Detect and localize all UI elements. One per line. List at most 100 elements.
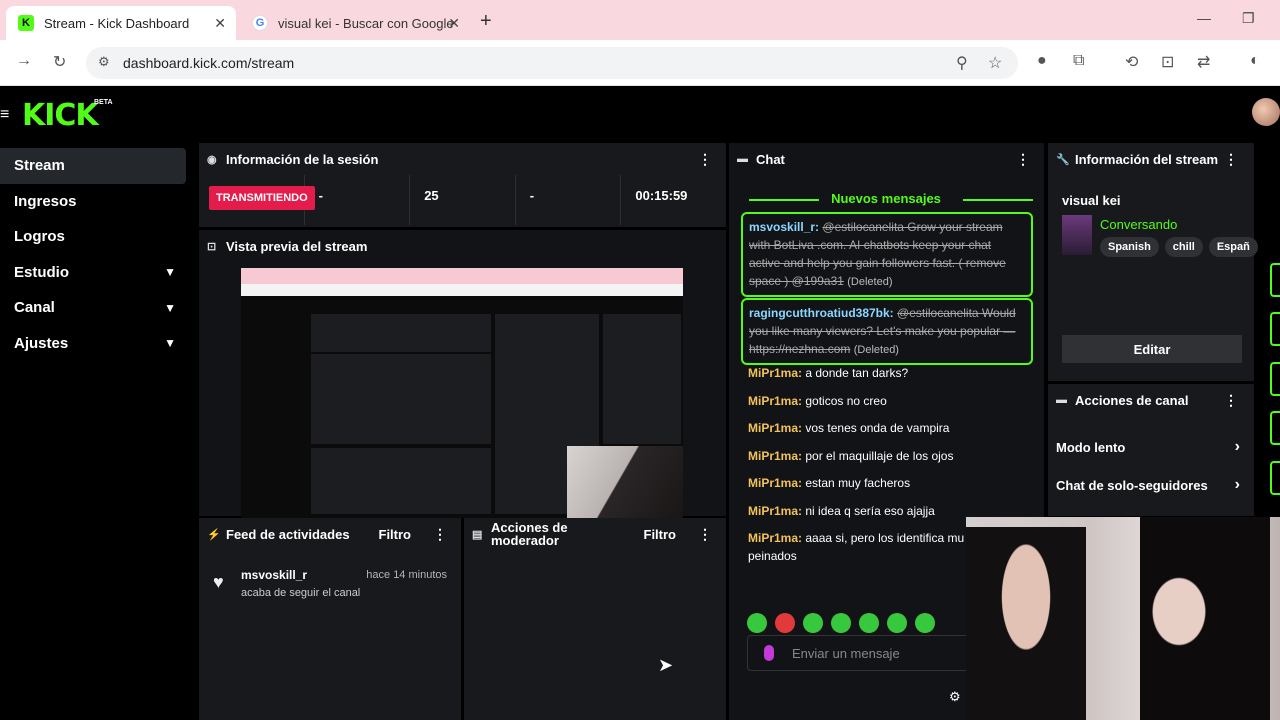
forward-icon[interactable]: → (16, 52, 32, 70)
session-info-panel: ◉ Información de la sesión ⋮ TRANSMITIEN… (199, 143, 726, 227)
chat-username[interactable]: ragingcutthroatiud387bk: (749, 306, 894, 320)
chat-message-deleted[interactable]: ragingcutthroatiud387bk: @estilocanelita… (741, 298, 1033, 365)
sidebar-item-logros[interactable]: Logros (0, 219, 186, 255)
edge-panel (1270, 461, 1280, 495)
chat-username[interactable]: msvoskill_r: (749, 220, 819, 234)
chat-message[interactable]: MiPr1ma: por el maquillaje de los ojos (748, 447, 1038, 465)
action-label: Modo lento (1056, 440, 1126, 455)
emote-icon[interactable] (915, 613, 935, 633)
minimize-icon[interactable]: — (1197, 10, 1211, 26)
feed-username[interactable]: msvoskill_r (241, 568, 307, 582)
translate-icon[interactable]: ⇄ (1197, 52, 1210, 72)
preview-sidebar (243, 318, 305, 518)
emote-icon[interactable] (859, 613, 879, 633)
new-tab-button[interactable]: + (480, 10, 492, 33)
chat-icon: ▬ (737, 153, 748, 165)
tag-pill[interactable]: Españ (1208, 237, 1258, 257)
stream-preview-panel: ⊡ Vista previa del stream (199, 230, 726, 518)
emote-icon[interactable] (831, 613, 851, 633)
bookmark-star-icon[interactable]: ☆ (988, 53, 1002, 73)
new-messages-divider[interactable]: Nuevos mensajes (739, 191, 1033, 206)
tag-pill[interactable]: chill (1164, 237, 1203, 257)
category-thumbnail[interactable] (1062, 215, 1092, 255)
preview-browser-bar (241, 268, 683, 284)
profile-icon[interactable]: ◐ (1250, 52, 1260, 70)
close-icon[interactable]: ✕ (448, 15, 460, 32)
edge-panel (1270, 312, 1280, 346)
chat-username[interactable]: MiPr1ma: (748, 366, 802, 380)
stream-title: visual kei (1062, 193, 1121, 208)
restore-icon[interactable]: ❐ (1242, 10, 1255, 27)
sidebar-item-label: Estudio (14, 263, 69, 281)
gear-icon[interactable]: ⚙ (949, 689, 961, 705)
more-icon[interactable]: ⋮ (698, 526, 712, 543)
more-icon[interactable]: ⋮ (1016, 151, 1030, 168)
sidebar-item-estudio[interactable]: Estudio ▼ (0, 255, 186, 291)
site-info-icon[interactable]: ⚙ (98, 54, 110, 70)
zoom-icon[interactable]: ⚲ (956, 53, 968, 73)
close-icon[interactable]: ✕ (214, 15, 226, 32)
tab-kick-dashboard[interactable]: K Stream - Kick Dashboard ✕ (6, 6, 236, 40)
sidebar-item-label: Canal (14, 299, 55, 317)
url-text: dashboard.kick.com/stream (123, 55, 295, 71)
chat-username[interactable]: MiPr1ma: (748, 476, 802, 490)
chat-username[interactable]: MiPr1ma: (748, 394, 802, 408)
google-icon: G (252, 15, 268, 31)
emote-icon[interactable] (887, 613, 907, 633)
feed-time: hace 14 minutos (366, 569, 447, 581)
reload-icon[interactable]: ↻ (53, 52, 66, 72)
sidebar-item-canal[interactable]: Canal ▼ (0, 290, 186, 326)
edit-button[interactable]: Editar (1062, 335, 1242, 363)
sidebar-item-stream[interactable]: Stream (0, 148, 186, 184)
followers-only-item[interactable]: Chat de solo-seguidores › (1056, 476, 1240, 498)
stream-preview-video[interactable] (241, 268, 683, 518)
chat-message[interactable]: MiPr1ma: vos tenes onda de vampira (748, 419, 1038, 437)
document-icon: ▤ (472, 528, 483, 541)
kick-logo[interactable]: KICK (22, 98, 99, 133)
more-icon[interactable]: ⋮ (1224, 151, 1238, 168)
panel-title: Información de la sesión (226, 151, 379, 167)
sidebar-item-ingresos[interactable]: Ingresos (0, 184, 186, 220)
address-bar[interactable]: ⚙ dashboard.kick.com/stream ⚲ ☆ (86, 47, 1018, 79)
stat-item: 25 (410, 175, 516, 225)
menu-icon[interactable]: ≡ (0, 106, 9, 124)
chat-text: ni idea q sería eso ajajja (805, 504, 935, 518)
preview-icon: ⊡ (207, 240, 217, 253)
filter-button[interactable]: Filtro (379, 527, 412, 542)
screenshot-icon[interactable]: ⊡ (1161, 52, 1174, 72)
edge-panel (1270, 411, 1280, 445)
chat-username[interactable]: MiPr1ma: (748, 421, 802, 435)
emote-icon[interactable] (747, 613, 767, 633)
chat-username[interactable]: MiPr1ma: (748, 531, 802, 545)
activity-feed-panel: ⚡ Feed de actividades Filtro ⋮ ♥ msvoski… (199, 518, 461, 720)
deleted-tag: (Deleted) (847, 276, 893, 288)
chat-username[interactable]: MiPr1ma: (748, 504, 802, 518)
extension-color-icon[interactable]: ● (1037, 52, 1047, 70)
tab-google-search[interactable]: G visual kei - Buscar con Google ✕ (240, 6, 470, 40)
emote-icon[interactable] (775, 613, 795, 633)
tag-pill[interactable]: Spanish (1100, 237, 1159, 257)
chat-message[interactable]: MiPr1ma: aaaa si, pero los identifica mu… (748, 529, 980, 565)
slow-mode-item[interactable]: Modo lento › (1056, 438, 1240, 460)
more-icon[interactable]: ⋮ (1224, 392, 1238, 409)
history-icon[interactable]: ⟲ (1125, 52, 1138, 72)
chat-text: estan muy facheros (805, 476, 911, 490)
chat-message[interactable]: MiPr1ma: a donde tan darks? (748, 364, 1038, 382)
panel-title: Acciones de moderador (491, 520, 568, 548)
chat-message[interactable]: MiPr1ma: estan muy facheros (748, 474, 1038, 492)
chat-message[interactable]: MiPr1ma: goticos no creo (748, 392, 1038, 410)
panel-header: ⚡ Feed de actividades Filtro ⋮ (199, 518, 461, 550)
filter-button[interactable]: Filtro (644, 527, 677, 542)
more-icon[interactable]: ⋮ (698, 151, 712, 168)
chat-message-deleted[interactable]: msvoskill_r: @estilocanelita Grow your s… (741, 212, 1033, 297)
avatar[interactable] (1252, 98, 1280, 126)
chat-username[interactable]: MiPr1ma: (748, 449, 802, 463)
extensions-icon[interactable]: ⧉ (1073, 52, 1084, 70)
broadcast-icon: ◉ (207, 153, 217, 166)
more-icon[interactable]: ⋮ (433, 526, 447, 543)
sidebar-item-label: Ajustes (14, 334, 69, 352)
category-name[interactable]: Conversando (1100, 217, 1177, 232)
emote-icon[interactable] (803, 613, 823, 633)
sidebar-item-ajustes[interactable]: Ajustes ▼ (0, 326, 186, 362)
emote-picker-icon[interactable] (764, 645, 774, 661)
